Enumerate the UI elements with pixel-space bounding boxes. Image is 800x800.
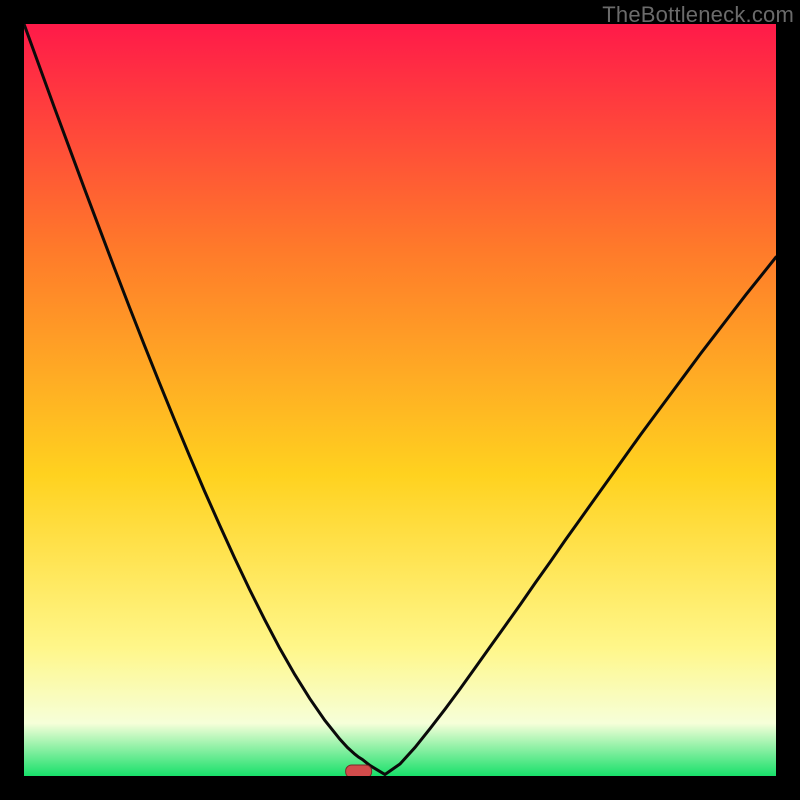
chart-frame — [24, 24, 776, 776]
gradient-background — [24, 24, 776, 776]
watermark-text: TheBottleneck.com — [602, 2, 794, 28]
bottleneck-chart — [24, 24, 776, 776]
bottleneck-marker — [346, 765, 372, 776]
